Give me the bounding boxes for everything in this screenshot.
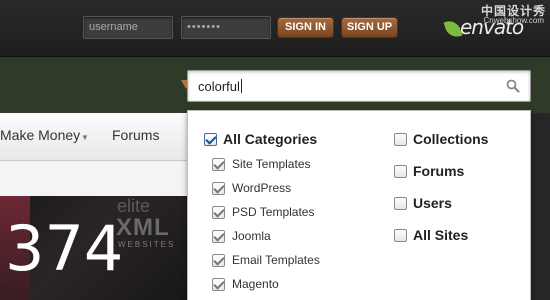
filter-magento[interactable]: Magento	[212, 277, 279, 291]
checkbox[interactable]	[394, 196, 407, 210]
checkbox[interactable]	[204, 132, 217, 146]
search-icon[interactable]	[506, 79, 520, 93]
filter-label: Site Templates	[232, 157, 311, 171]
checkbox[interactable]	[212, 277, 225, 291]
filter-all-sites[interactable]: All Sites	[394, 227, 468, 243]
nav-item-forums[interactable]: Forums	[112, 127, 159, 143]
filter-forums[interactable]: Forums	[394, 163, 464, 179]
filter-label: WordPress	[232, 181, 292, 195]
filter-label: Forums	[413, 163, 465, 179]
filter-users[interactable]: Users	[394, 195, 452, 211]
checkbox[interactable]	[394, 132, 407, 146]
nav-item-make-money[interactable]: Make Money	[0, 127, 80, 143]
username-field[interactable]: username	[83, 16, 173, 39]
filter-label: Collections	[413, 131, 489, 147]
banner-brand-big: XML	[116, 214, 170, 241]
watermark-url: Cnwebshow.com	[483, 16, 544, 25]
search-filter-dropdown: All Categories Site Templates WordPress …	[187, 110, 531, 300]
main-nav: Make Money ▼ Forums	[0, 113, 187, 161]
filter-label: Magento	[232, 277, 279, 291]
filter-wordpress[interactable]: WordPress	[212, 181, 291, 195]
filter-label: PSD Templates	[232, 205, 315, 219]
password-field[interactable]: •••••••	[181, 16, 271, 39]
checkbox[interactable]	[212, 229, 225, 243]
content-strip	[0, 161, 187, 196]
checkbox[interactable]	[212, 181, 225, 195]
filter-all-categories[interactable]: All Categories	[204, 131, 317, 147]
top-bar: username ••••••• SIGN IN SIGN UP envato …	[0, 0, 550, 57]
search-input[interactable]: colorful	[187, 70, 531, 102]
filter-label: Email Templates	[232, 253, 320, 267]
filter-joomla[interactable]: Joomla	[212, 229, 271, 243]
filter-collections[interactable]: Collections	[394, 131, 488, 147]
checkbox[interactable]	[212, 205, 225, 219]
sign-in-button[interactable]: SIGN IN	[277, 17, 334, 38]
banner-count: 374	[5, 212, 124, 285]
filter-label: Users	[413, 195, 452, 211]
filter-label: Joomla	[232, 229, 271, 243]
featured-banner[interactable]: elite XML WEBSITES 374	[0, 196, 187, 300]
checkbox[interactable]	[212, 253, 225, 267]
sign-up-button[interactable]: SIGN UP	[341, 17, 398, 38]
filter-site-templates[interactable]: Site Templates	[212, 157, 311, 171]
checkbox[interactable]	[394, 164, 407, 178]
checkbox[interactable]	[394, 228, 407, 242]
checkbox[interactable]	[212, 157, 225, 171]
chevron-down-icon[interactable]: ▼	[81, 133, 89, 142]
banner-brand-small: WEBSITES	[118, 240, 176, 249]
filter-psd-templates[interactable]: PSD Templates	[212, 205, 314, 219]
filter-label: All Categories	[223, 131, 318, 147]
filter-email-templates[interactable]: Email Templates	[212, 253, 320, 267]
search-value: colorful	[198, 79, 240, 94]
filter-label: All Sites	[413, 227, 469, 243]
